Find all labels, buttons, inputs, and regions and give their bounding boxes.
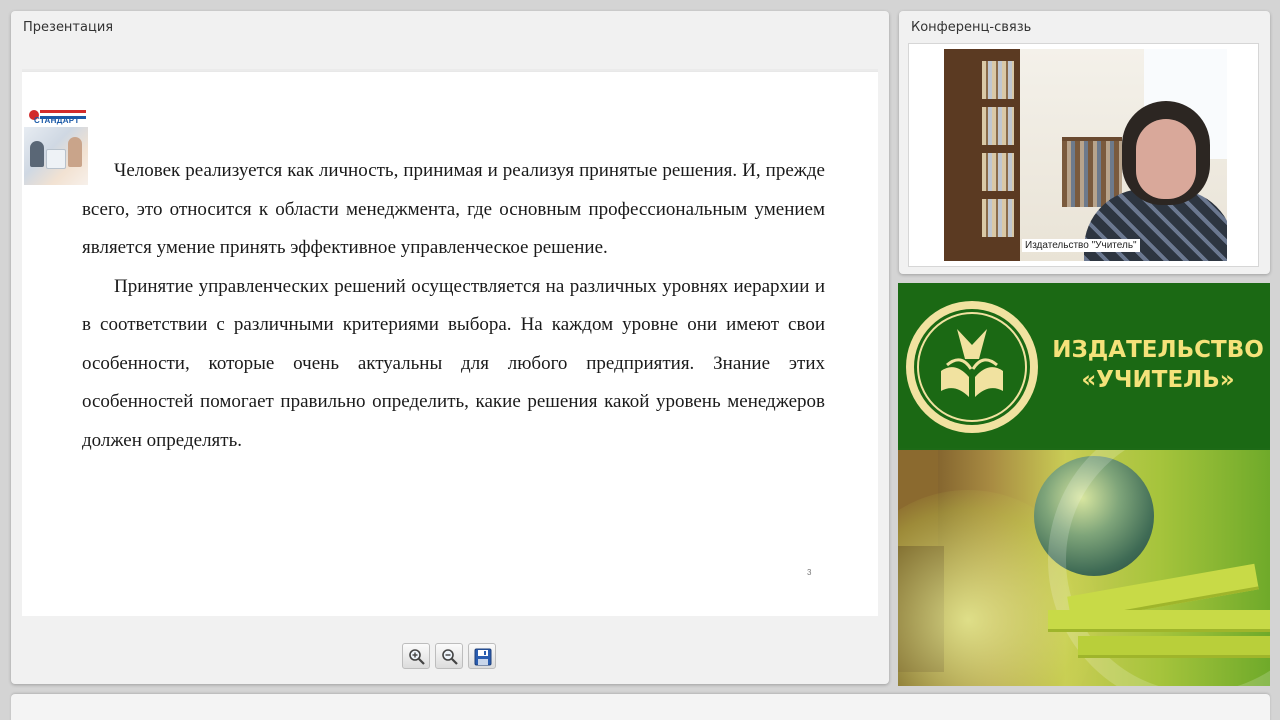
presentation-panel: Презентация СТАНДАРТ Человек реализуется… — [11, 11, 889, 684]
logo-text: СТАНДАРТ — [34, 116, 80, 125]
presentation-slide: СТАНДАРТ Человек реализуется как личност… — [22, 71, 878, 616]
slide-body-text: Человек реализуется как личность, приним… — [82, 152, 825, 460]
publisher-image — [898, 450, 1270, 686]
zoom-out-icon — [442, 649, 458, 665]
bookshelf — [944, 49, 1020, 261]
publisher-header: ИЗДАТЕЛЬСТВО «УЧИТЕЛЬ» — [898, 283, 1270, 448]
conference-panel: Конференц-связь Издательство "Учитель" — [899, 11, 1270, 274]
floppy-disk-icon — [474, 648, 492, 666]
publisher-emblem-icon — [906, 301, 1038, 433]
slide-page-number: 3 — [807, 568, 812, 577]
zoom-in-icon — [409, 649, 425, 665]
bottom-panel — [11, 694, 1270, 720]
zoom-out-button[interactable] — [435, 643, 463, 669]
publisher-name: ИЗДАТЕЛЬСТВО «УЧИТЕЛЬ» — [1048, 335, 1268, 395]
publisher-name-line2: «УЧИТЕЛЬ» — [1081, 367, 1235, 393]
logo-photo — [24, 127, 88, 185]
slide-paragraph-2: Принятие управленческих решений осуществ… — [82, 275, 825, 451]
video-participant-label: Издательство "Учитель" — [1022, 239, 1140, 252]
speaker-face — [1136, 119, 1196, 199]
publisher-banner: ИЗДАТЕЛЬСТВО «УЧИТЕЛЬ» — [898, 283, 1270, 686]
presentation-panel-title: Презентация — [23, 20, 114, 35]
publisher-name-line1: ИЗДАТЕЛЬСТВО — [1052, 337, 1264, 363]
video-feed[interactable]: Издательство "Учитель" — [944, 49, 1227, 261]
conference-panel-title: Конференц-связь — [911, 20, 1032, 35]
zoom-in-button[interactable] — [402, 643, 430, 669]
slide-paragraph-1: Человек реализуется как личность, приним… — [82, 160, 825, 258]
standart-logo: СТАНДАРТ — [24, 107, 88, 185]
save-button[interactable] — [468, 643, 496, 669]
